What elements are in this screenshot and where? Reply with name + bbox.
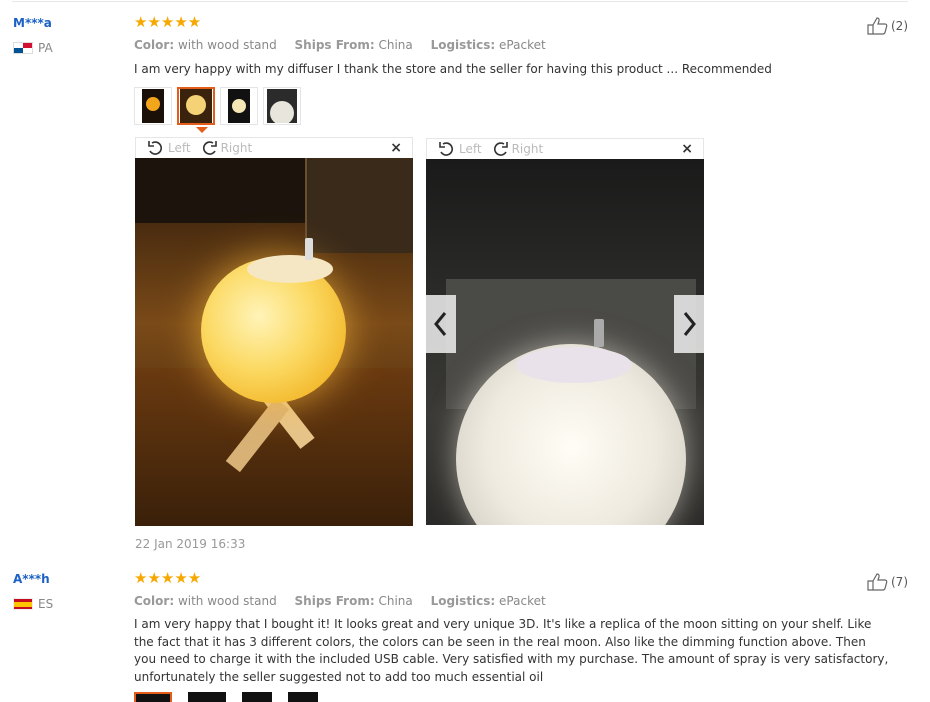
helpful-count: (7) (891, 575, 908, 589)
rotate-right-label: Right (511, 142, 544, 156)
rotate-right-button[interactable]: Right (199, 140, 253, 156)
ships-from-label: Ships From: (294, 38, 375, 52)
ships-from-label: Ships From: (294, 594, 375, 608)
review-photo-yellow-moon-lamp (135, 158, 413, 526)
review-text: I am very happy that I bought it! It loo… (134, 617, 889, 684)
rotate-left-label: Left (168, 141, 191, 155)
color-value: with wood stand (177, 38, 277, 52)
divider (12, 1, 908, 2)
review-photo-white-moon-lamp (426, 159, 704, 525)
reviewer-name[interactable]: A***h (13, 572, 50, 586)
helpful-button[interactable]: (2) (867, 17, 908, 35)
star-rating: ★★★★★ (134, 569, 202, 587)
photo-thumbnail[interactable] (134, 692, 172, 702)
photo-thumbnail[interactable] (242, 692, 272, 702)
color-value: with wood stand (177, 594, 277, 608)
color-label: Color: (134, 594, 175, 608)
photo-thumbnails (134, 87, 301, 125)
rotate-left-icon (148, 141, 163, 155)
photo-viewer: Left Right × (426, 138, 704, 525)
chevron-left-icon (434, 312, 447, 336)
helpful-count: (2) (891, 19, 908, 33)
rotate-left-icon (439, 142, 454, 156)
close-icon[interactable]: × (390, 140, 402, 156)
rotate-right-icon (493, 142, 508, 156)
viewer-toolbar: Left Right × (426, 138, 704, 159)
close-icon[interactable]: × (681, 141, 693, 157)
reviewer-name[interactable]: M***a (13, 16, 52, 30)
review-attributes: Color: with wood stand Ships From: China… (134, 38, 560, 52)
rotate-right-label: Right (220, 141, 253, 155)
color-label: Color: (134, 38, 175, 52)
spain-flag-icon (13, 598, 33, 610)
star-rating: ★★★★★ (134, 13, 202, 31)
photo-thumbnail[interactable] (188, 692, 226, 702)
rotate-left-button[interactable]: Left (437, 141, 482, 157)
reviewer-country: PA (13, 41, 53, 55)
helpful-button[interactable]: (7) (867, 573, 908, 591)
review-text: I am very happy with my diffuser I thank… (134, 62, 772, 76)
rotate-left-label: Left (459, 142, 482, 156)
ships-from-value: China (378, 38, 413, 52)
photo-thumbnail[interactable] (288, 692, 318, 702)
ships-from-value: China (378, 594, 413, 608)
photo-viewer: Left Right × (135, 137, 413, 526)
previous-photo-button[interactable] (426, 295, 456, 353)
thumbs-up-icon (867, 17, 888, 35)
viewer-toolbar: Left Right × (135, 137, 413, 158)
panama-flag-icon (13, 42, 33, 54)
country-code: ES (38, 597, 54, 611)
rotate-right-icon (202, 141, 217, 155)
active-thumb-pointer (196, 127, 208, 133)
logistics-value: ePacket (499, 38, 546, 52)
thumbs-up-icon (867, 573, 888, 591)
photo-thumbnail[interactable] (220, 87, 258, 125)
next-photo-button[interactable] (674, 295, 704, 353)
country-code: PA (38, 41, 53, 55)
photo-thumbnail[interactable] (134, 87, 172, 125)
photo-thumbnail[interactable] (263, 87, 301, 125)
photo-thumbnails (134, 692, 318, 702)
reviewer-country: ES (13, 597, 53, 611)
logistics-label: Logistics: (430, 594, 496, 608)
review-date: 22 Jan 2019 16:33 (135, 537, 246, 551)
logistics-value: ePacket (499, 594, 546, 608)
rotate-left-button[interactable]: Left (146, 140, 191, 156)
photo-thumbnail[interactable] (177, 87, 215, 125)
rotate-right-button[interactable]: Right (490, 141, 544, 157)
chevron-right-icon (683, 312, 696, 336)
logistics-label: Logistics: (430, 38, 496, 52)
review-attributes: Color: with wood stand Ships From: China… (134, 594, 560, 608)
